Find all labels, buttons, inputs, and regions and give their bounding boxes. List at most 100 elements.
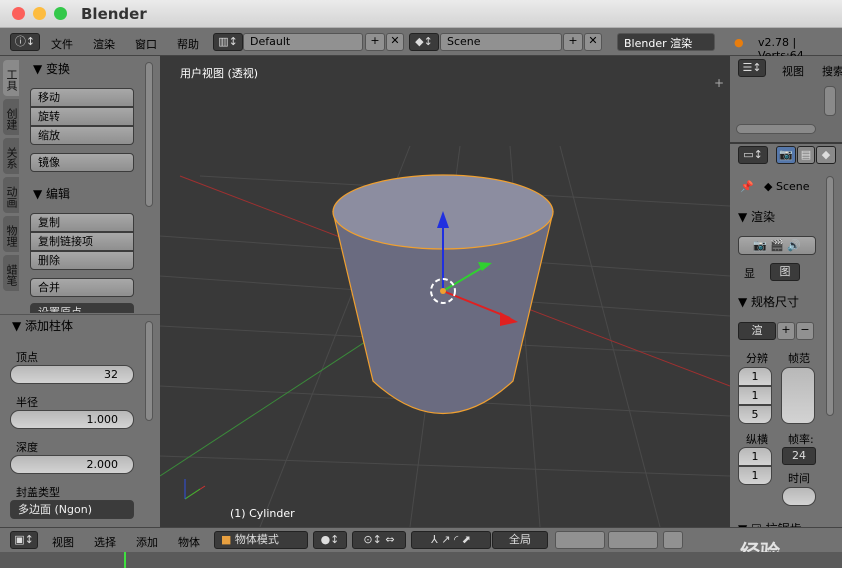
duplicate-linked-button[interactable]: 复制链接项	[30, 232, 134, 251]
aspect-label: 纵横	[746, 433, 768, 446]
set-origin-select[interactable]: 设置原点	[30, 303, 134, 313]
remove-preset-button[interactable]: −	[796, 322, 814, 340]
radius-field[interactable]: 1.000	[10, 410, 134, 429]
outliner-hscroll[interactable]	[736, 124, 816, 134]
scene-icon[interactable]: ◆↕	[409, 33, 439, 51]
pin-icon[interactable]: 📌	[740, 180, 754, 193]
right-editors: ☰↕ 视图 搜索 ▭↕ 📷 ▤ ◆ 📌 ◆ Scene ▼ 渲染 📷 🎬 🔊 显…	[730, 56, 842, 536]
aspect-x-field[interactable]: 1	[738, 447, 772, 466]
outliner-view-menu[interactable]: 视图	[782, 63, 804, 79]
add-layout-button[interactable]: +	[365, 33, 385, 51]
outliner-vscroll[interactable]	[824, 86, 836, 116]
layers-grid-1[interactable]	[555, 531, 605, 549]
tab-tools[interactable]: 工具	[3, 60, 19, 96]
remove-layout-button[interactable]: ✕	[386, 33, 404, 51]
scene-tab-icon[interactable]: ◆	[816, 146, 836, 164]
render-title: 渲染	[751, 210, 776, 224]
timeline[interactable]	[0, 552, 842, 568]
current-frame-marker[interactable]	[124, 552, 126, 568]
tab-grease-pencil[interactable]: 蜡笔	[3, 255, 19, 291]
render-preview-icon[interactable]	[663, 531, 683, 549]
3d-viewport[interactable]: 用户视图 (透视) (1) Cylinder +	[160, 56, 730, 527]
display-select[interactable]: 图	[770, 263, 800, 281]
properties-editor-icon[interactable]: ▭↕	[738, 146, 768, 164]
join-button[interactable]: 合并	[30, 278, 134, 297]
menu-render[interactable]: 渲染	[93, 36, 115, 52]
minimize-button[interactable]	[33, 7, 46, 20]
menu-object[interactable]: 物体	[178, 534, 200, 550]
expand-properties-icon[interactable]: +	[714, 76, 724, 90]
render-panel-header[interactable]: ▼ 渲染	[738, 208, 775, 225]
vertices-field[interactable]: 32	[10, 365, 134, 384]
render-layers-tab-icon[interactable]: ▤	[797, 146, 815, 164]
title-bar: Blender	[0, 0, 842, 28]
render-tab-icon[interactable]: 📷	[776, 146, 796, 164]
properties-scrollbar[interactable]	[826, 176, 834, 416]
active-object-label: (1) Cylinder	[230, 507, 295, 520]
scale-button[interactable]: 缩放	[30, 126, 134, 145]
outliner-search[interactable]: 搜索	[822, 63, 842, 79]
preset-select[interactable]: 渲	[738, 322, 776, 340]
resolution-label: 分辨	[746, 352, 768, 365]
window-title: Blender	[81, 5, 147, 23]
layout-field[interactable]: Default	[243, 33, 363, 51]
frame-range-fields[interactable]	[781, 367, 815, 424]
render-engine-select[interactable]: Blender 渲染	[617, 33, 715, 51]
mode-label: 物体模式	[234, 533, 279, 546]
remove-scene-button[interactable]: ✕	[584, 33, 602, 51]
time-field[interactable]	[782, 487, 816, 506]
duplicate-button[interactable]: 复制	[30, 213, 134, 232]
manipulator-buttons[interactable]: ⅄ ↗ ◜ ⬈	[411, 531, 491, 549]
orientation-select[interactable]: 全局	[492, 531, 548, 549]
edit-panel-header[interactable]: ▼ 编辑	[33, 185, 70, 202]
menu-select[interactable]: 选择	[94, 534, 116, 550]
render-buttons[interactable]: 📷 🎬 🔊	[738, 236, 816, 255]
fps-select[interactable]: 24	[782, 447, 816, 465]
maximize-button[interactable]	[54, 7, 67, 20]
add-scene-button[interactable]: +	[563, 33, 583, 51]
menu-window[interactable]: 窗口	[135, 36, 157, 52]
view-title: 用户视图 (透视)	[180, 67, 259, 80]
menu-help[interactable]: 帮助	[177, 36, 199, 52]
tool-scrollbar[interactable]	[145, 62, 153, 207]
scene-context: ◆ Scene	[764, 180, 810, 193]
scene-field[interactable]: Scene	[440, 33, 562, 51]
close-button[interactable]	[12, 7, 25, 20]
operator-scrollbar[interactable]	[145, 321, 153, 421]
tab-animation[interactable]: 动画	[3, 177, 19, 213]
layers-grid-2[interactable]	[608, 531, 658, 549]
depth-field[interactable]: 2.000	[10, 455, 134, 474]
move-button[interactable]: 移动	[30, 88, 134, 107]
tab-relations[interactable]: 关系	[3, 138, 19, 174]
operator-title: 添加柱体	[25, 319, 74, 333]
delete-button[interactable]: 删除	[30, 251, 134, 270]
layout-icon[interactable]: ▥↕	[213, 33, 243, 51]
tool-shelf: 工具 创建 关系 动画 物理 蜡笔 ▼ 变换 移动 旋转 缩放 镜像 ▼ 编辑 …	[0, 56, 160, 527]
resolution-percent-field[interactable]: 5	[738, 405, 772, 424]
resolution-x-field[interactable]: 1	[738, 367, 772, 386]
operator-panel: ▼ 添加柱体 顶点 32 半径 1.000 深度 2.000 封盖类型 多边面 …	[0, 314, 160, 527]
transform-panel-header[interactable]: ▼ 变换	[33, 60, 70, 77]
info-editor-icon[interactable]: ⓘ↕	[10, 33, 40, 51]
cap-select[interactable]: 多边面 (Ngon)	[10, 500, 134, 519]
operator-header[interactable]: ▼ 添加柱体	[12, 317, 73, 334]
mirror-button[interactable]: 镜像	[30, 153, 134, 172]
outliner-editor-icon[interactable]: ☰↕	[738, 59, 766, 77]
pivot-select[interactable]: ⊙↕ ⇔	[352, 531, 406, 549]
transform-title: 变换	[46, 62, 71, 76]
tab-create[interactable]: 创建	[3, 99, 19, 135]
dimensions-panel-header[interactable]: ▼ 规格尺寸	[738, 293, 799, 310]
aspect-y-field[interactable]: 1	[738, 466, 772, 485]
rotate-button[interactable]: 旋转	[30, 107, 134, 126]
vertices-label: 顶点	[16, 351, 38, 364]
shading-select[interactable]: ●↕	[313, 531, 347, 549]
resolution-y-field[interactable]: 1	[738, 386, 772, 405]
tab-physics[interactable]: 物理	[3, 216, 19, 252]
menu-add[interactable]: 添加	[136, 534, 158, 550]
mode-select[interactable]: ■ 物体模式	[214, 531, 308, 549]
add-preset-button[interactable]: +	[777, 322, 795, 340]
menu-file[interactable]: 文件	[51, 36, 73, 52]
menu-view[interactable]: 视图	[52, 534, 74, 550]
editor-type-icon[interactable]: ▣↕	[10, 531, 38, 549]
display-label: 显	[744, 267, 755, 280]
